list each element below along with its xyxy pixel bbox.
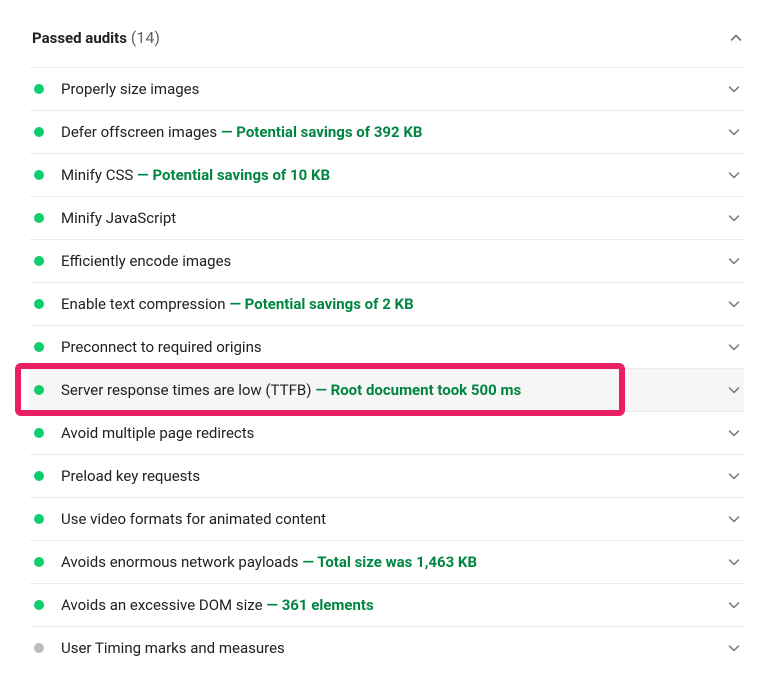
audit-row[interactable]: Preconnect to required origins — [30, 325, 744, 368]
highlight-annotation: Server response times are low (TTFB)Root… — [30, 368, 744, 411]
audit-detail: Root document took 500 ms — [315, 381, 728, 399]
audit-label: Enable text compression — [61, 295, 226, 313]
status-dot-icon — [34, 643, 44, 653]
audit-label: Properly size images — [61, 80, 199, 98]
chevron-down-icon — [728, 83, 740, 95]
chevron-down-icon — [728, 341, 740, 353]
audit-label: Avoids enormous network payloads — [61, 553, 299, 571]
audit-row[interactable]: Efficiently encode images — [30, 239, 744, 282]
audit-detail: Total size was 1,463 KB — [303, 553, 728, 571]
audit-row[interactable]: Enable text compressionPotential savings… — [30, 282, 744, 325]
status-dot-icon — [34, 600, 44, 610]
audit-row[interactable]: Use video formats for animated content — [30, 497, 744, 540]
status-dot-icon — [34, 299, 44, 309]
audit-row[interactable]: Defer offscreen imagesPotential savings … — [30, 110, 744, 153]
chevron-down-icon — [728, 255, 740, 267]
status-dot-icon — [34, 385, 44, 395]
audit-detail: Potential savings of 2 KB — [230, 295, 729, 313]
chevron-down-icon — [728, 470, 740, 482]
audit-label: Preconnect to required origins — [61, 338, 262, 356]
status-dot-icon — [34, 514, 44, 524]
audit-row[interactable]: Minify JavaScript — [30, 196, 744, 239]
audit-row[interactable]: Avoids enormous network payloadsTotal si… — [30, 540, 744, 583]
chevron-down-icon — [728, 212, 740, 224]
audit-row[interactable]: User Timing marks and measures — [30, 626, 744, 669]
chevron-down-icon — [728, 298, 740, 310]
chevron-down-icon — [728, 642, 740, 654]
chevron-down-icon — [728, 169, 740, 181]
passed-audits-title: Passed audits — [32, 29, 127, 47]
audit-list: Properly size images Defer offscreen imag… — [30, 67, 744, 669]
status-dot-icon — [34, 471, 44, 481]
audit-row[interactable]: Preload key requests — [30, 454, 744, 497]
audit-label: Use video formats for animated content — [61, 510, 326, 528]
status-dot-icon — [34, 170, 44, 180]
audit-label: Preload key requests — [61, 467, 200, 485]
audit-detail: Potential savings of 392 KB — [221, 123, 728, 141]
audit-row[interactable]: Avoids an excessive DOM size361 elements — [30, 583, 744, 626]
audit-label: Defer offscreen images — [61, 123, 217, 141]
chevron-down-icon — [728, 427, 740, 439]
status-dot-icon — [34, 84, 44, 94]
status-dot-icon — [34, 256, 44, 266]
status-dot-icon — [34, 127, 44, 137]
status-dot-icon — [34, 557, 44, 567]
audit-row[interactable]: Properly size images — [30, 67, 744, 110]
status-dot-icon — [34, 342, 44, 352]
status-dot-icon — [34, 428, 44, 438]
audit-label: Minify JavaScript — [61, 209, 176, 227]
audit-label: User Timing marks and measures — [61, 639, 285, 657]
chevron-down-icon — [728, 599, 740, 611]
audit-detail: 361 elements — [267, 596, 728, 614]
status-dot-icon — [34, 213, 44, 223]
chevron-down-icon — [728, 126, 740, 138]
audit-row[interactable]: Minify CSSPotential savings of 10 KB — [30, 153, 744, 196]
chevron-up-icon — [730, 32, 742, 44]
audit-label: Minify CSS — [61, 166, 133, 184]
passed-audits-header[interactable]: Passed audits (14) — [30, 28, 744, 67]
audit-row[interactable]: Server response times are low (TTFB)Root… — [30, 368, 744, 411]
passed-audits-count: (14) — [131, 28, 160, 47]
audit-label: Server response times are low (TTFB) — [61, 381, 311, 399]
chevron-down-icon — [728, 384, 740, 396]
audit-detail: Potential savings of 10 KB — [137, 166, 728, 184]
chevron-down-icon — [728, 556, 740, 568]
audit-row[interactable]: Avoid multiple page redirects — [30, 411, 744, 454]
audit-label: Avoid multiple page redirects — [61, 424, 254, 442]
chevron-down-icon — [728, 513, 740, 525]
audit-label: Efficiently encode images — [61, 252, 231, 270]
audit-label: Avoids an excessive DOM size — [61, 596, 263, 614]
